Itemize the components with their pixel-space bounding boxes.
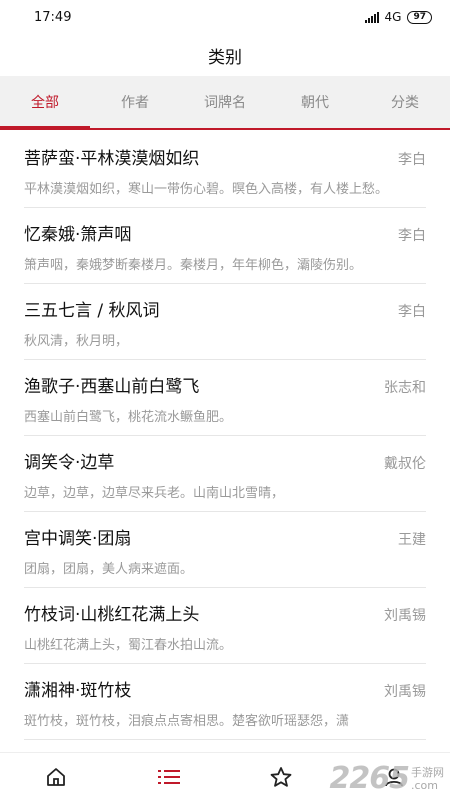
poem-author: 王建	[398, 532, 426, 548]
poem-title: 宫中调笑·团扇	[24, 529, 132, 549]
watermark-logo: 2265 手游网 .com	[330, 761, 445, 796]
poem-author: 李白	[398, 152, 426, 168]
tab-author[interactable]: 作者	[90, 76, 180, 128]
nav-home[interactable]	[0, 753, 113, 800]
status-time: 17:49	[34, 9, 72, 25]
poem-title: 竹枝词·山桃红花满上头	[24, 605, 200, 625]
tab-cipai[interactable]: 词牌名	[180, 76, 270, 128]
poem-list: 菩萨蛮·平林漠漠烟如织 李白 平林漠漠烟如织，寒山一带伤心碧。暝色入高楼，有人楼上…	[0, 132, 450, 752]
tab-label: 全部	[31, 95, 59, 111]
poem-list-item[interactable]: 忆秦娥·箫声咽 李白 箫声咽，秦娥梦断秦楼月。秦楼月，年年柳色，灞陵伤别。	[24, 208, 426, 284]
battery-level: 97	[413, 11, 426, 22]
nav-categories[interactable]	[113, 753, 226, 800]
poem-list-item[interactable]: 调笑令·边草 戴叔伦 边草，边草，边草尽来兵老。山南山北雪晴，	[24, 436, 426, 512]
star-icon	[270, 766, 292, 787]
tab-category[interactable]: 分类	[360, 76, 450, 128]
page-title: 类别	[208, 47, 242, 68]
network-type: 4G	[384, 10, 402, 24]
poem-list-item[interactable]: 菩萨蛮·平林漠漠烟如织 李白 平林漠漠烟如织，寒山一带伤心碧。暝色入高楼，有人楼上…	[24, 132, 426, 208]
status-bar: 17:49 4G 97	[0, 0, 450, 34]
poem-excerpt: 山桃红花满上头，蜀江春水拍山流。	[24, 638, 233, 653]
tab-label: 词牌名	[204, 95, 246, 111]
tab-label: 作者	[121, 95, 149, 111]
signal-icon	[364, 11, 379, 23]
poem-author: 李白	[398, 228, 426, 244]
poem-author: 张志和	[384, 380, 426, 396]
poem-author: 戴叔伦	[384, 456, 426, 472]
poem-excerpt: 秋风清，秋月明，	[24, 334, 129, 349]
poem-author: 刘禹锡	[384, 684, 426, 700]
tab-label: 朝代	[301, 95, 329, 111]
poem-list-item[interactable]: 潇湘神·斑竹枝 刘禹锡 斑竹枝，斑竹枝，泪痕点点寄相思。楚客欲听瑶瑟怨，潇	[24, 664, 426, 740]
poem-title: 忆秦娥·箫声咽	[24, 225, 132, 245]
poem-excerpt: 箫声咽，秦娥梦断秦楼月。秦楼月，年年柳色，灞陵伤别。	[24, 258, 363, 273]
watermark-label: 手游网	[411, 765, 444, 779]
poem-author: 刘禹锡	[384, 608, 426, 624]
watermark-text: 手游网 .com	[411, 766, 444, 792]
poem-list-item[interactable]: 三五七言 / 秋风词 李白 秋风清，秋月明，	[24, 284, 426, 360]
poem-title: 调笑令·边草	[24, 453, 115, 473]
home-icon	[47, 767, 66, 786]
battery-icon: 97	[407, 10, 432, 24]
watermark-number: 2265	[329, 761, 410, 796]
poem-excerpt: 斑竹枝，斑竹枝，泪痕点点寄相思。楚客欲听瑶瑟怨，潇	[24, 714, 350, 729]
status-indicators: 4G 97	[364, 10, 432, 24]
poem-excerpt: 平林漠漠烟如织，寒山一带伤心碧。暝色入高楼，有人楼上愁。	[24, 182, 389, 197]
tab-all[interactable]: 全部	[0, 76, 90, 128]
poem-title: 三五七言 / 秋风词	[24, 301, 160, 321]
list-icon	[157, 769, 180, 784]
tab-dynasty[interactable]: 朝代	[270, 76, 360, 128]
poem-list-item[interactable]: 宫中调笑·团扇 王建 团扇，团扇，美人病来遮面。	[24, 512, 426, 588]
poem-excerpt: 西塞山前白鹭飞，桃花流水鳜鱼肥。	[24, 410, 233, 425]
poem-list-item[interactable]: 竹枝词·山桃红花满上头 刘禹锡 山桃红花满上头，蜀江春水拍山流。	[24, 588, 426, 664]
nav-favorites[interactable]	[225, 753, 338, 800]
tab-label: 分类	[391, 95, 419, 111]
poem-excerpt: 团扇，团扇，美人病来遮面。	[24, 562, 194, 577]
poem-title: 渔歌子·西塞山前白鹭飞	[24, 377, 200, 397]
watermark-domain: .com	[411, 778, 438, 792]
page-header: 类别	[0, 34, 450, 76]
poem-excerpt: 边草，边草，边草尽来兵老。山南山北雪晴，	[24, 486, 285, 501]
poem-author: 李白	[398, 304, 426, 320]
poem-title: 潇湘神·斑竹枝	[24, 681, 132, 701]
poem-title: 菩萨蛮·平林漠漠烟如织	[24, 149, 200, 169]
poem-list-item[interactable]: 渔歌子·西塞山前白鹭飞 张志和 西塞山前白鹭飞，桃花流水鳜鱼肥。	[24, 360, 426, 436]
category-tabs: 全部 作者 词牌名 朝代 分类	[0, 76, 450, 130]
